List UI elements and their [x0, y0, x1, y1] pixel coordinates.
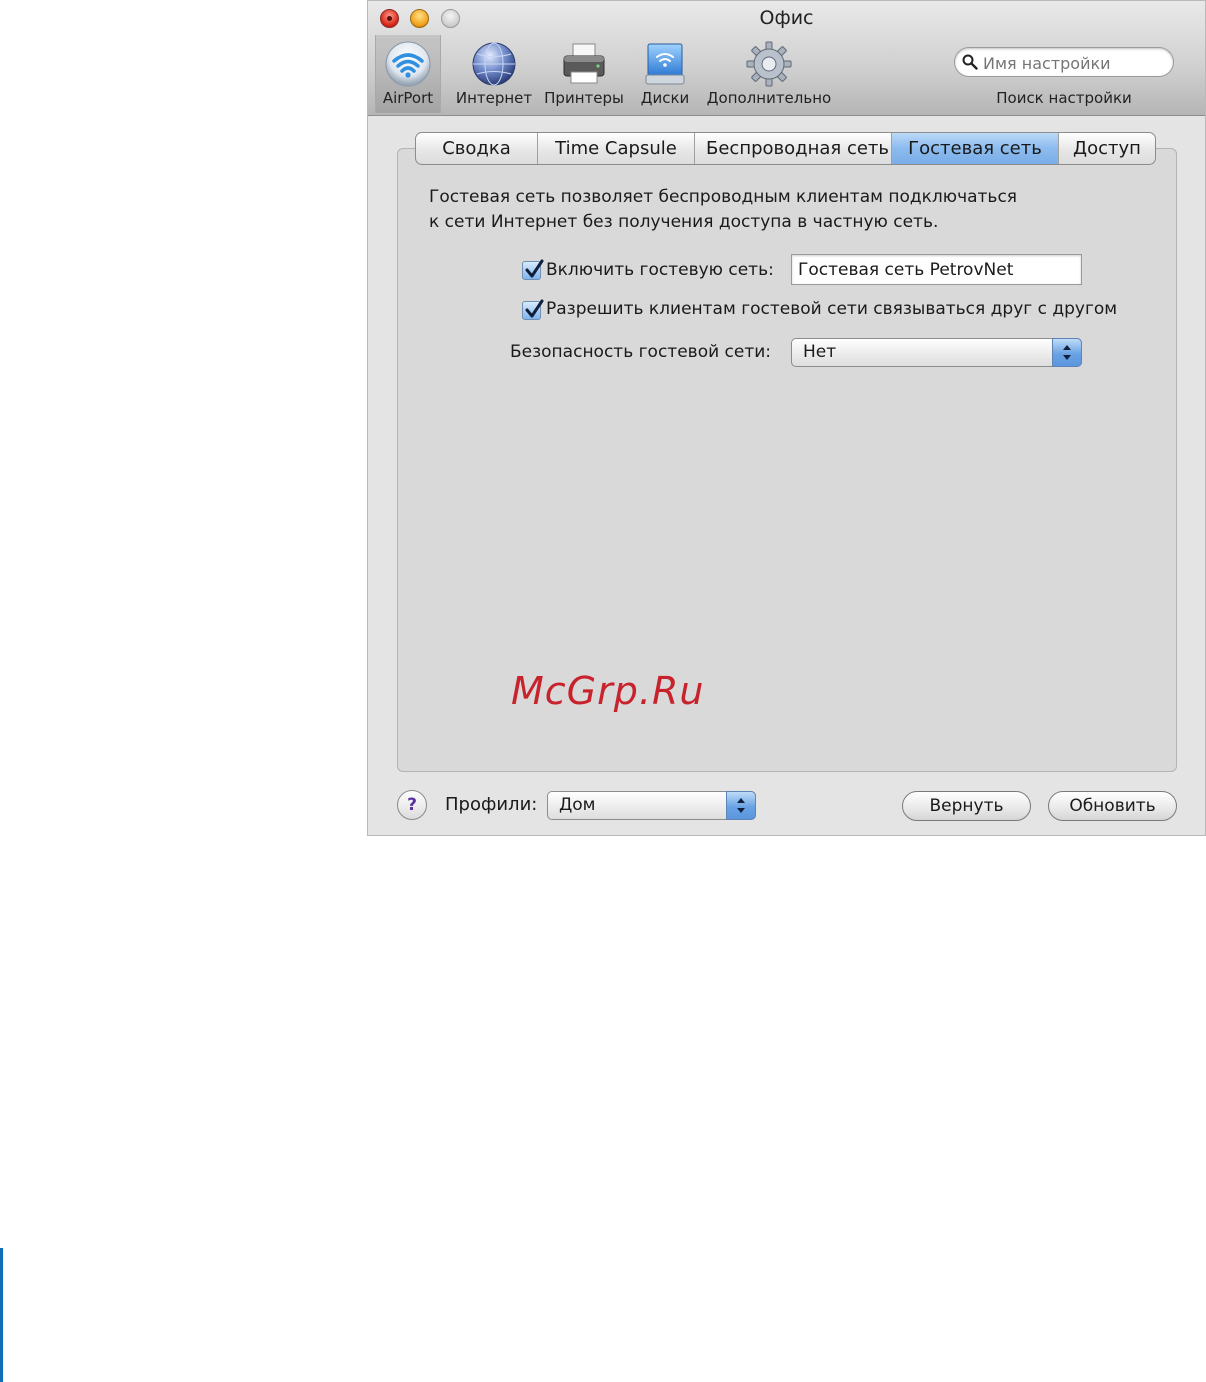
window-title: Офис: [759, 7, 814, 29]
profile-value: Дом: [559, 795, 596, 815]
search-input[interactable]: [981, 52, 1165, 74]
allow-clients-label: Разрешить клиентам гостевой сети связыва…: [546, 299, 1118, 319]
search-field[interactable]: [954, 47, 1174, 77]
page-margin-bar: [0, 1248, 3, 1382]
allow-clients-checkbox[interactable]: [522, 299, 544, 320]
toolbar-item-advanced[interactable]: Дополнительно: [704, 35, 834, 113]
tab-access[interactable]: Доступ: [1058, 133, 1155, 164]
toolbar-item-disks[interactable]: Диски: [636, 35, 694, 113]
toolbar-item-label: Дополнительно: [706, 89, 832, 107]
wifi-icon: [385, 41, 431, 87]
popup-arrows: [726, 791, 756, 820]
description-line: Гостевая сеть позволяет беспроводным кли…: [429, 187, 1018, 207]
profiles-popup[interactable]: Дом: [547, 791, 756, 820]
tab-guest-network[interactable]: Гостевая сеть: [891, 133, 1058, 164]
tab-time-capsule[interactable]: Time Capsule: [537, 133, 694, 164]
guest-description: Гостевая сеть позволяет беспроводным кли…: [429, 185, 1017, 235]
disk-icon: [645, 43, 685, 85]
tab-wireless[interactable]: Беспроводная сеть: [694, 133, 891, 164]
checkmark-icon: [525, 259, 544, 278]
tab-summary[interactable]: Сводка: [416, 133, 537, 164]
guest-security-popup[interactable]: Нет: [791, 338, 1082, 367]
description-line: к сети Интернет без получения доступа в …: [429, 212, 939, 232]
toolbar-item-internet[interactable]: Интернет: [454, 35, 534, 113]
printer-icon: [563, 43, 605, 84]
toolbar-item-label: AirPort: [382, 89, 434, 107]
guest-network-name-field[interactable]: [791, 254, 1082, 285]
gear-icon: [746, 41, 792, 87]
toolbar-item-printers[interactable]: Принтеры: [542, 35, 626, 113]
checkmark-icon: [525, 299, 544, 318]
search-caption: Поиск настройки: [996, 89, 1132, 107]
toolbar-item-label: Диски: [640, 89, 690, 107]
popup-arrows: [1052, 338, 1082, 367]
title-bar: Офис AirPort Интернет Принтеры Диски Доп…: [368, 1, 1205, 116]
enable-guest-label: Включить гостевую сеть:: [546, 260, 774, 280]
guest-security-label: Безопасность гостевой сети:: [510, 342, 772, 362]
toolbar-item-label: Принтеры: [544, 89, 624, 107]
revert-button[interactable]: Вернуть: [902, 791, 1031, 821]
watermark: McGrp.Ru: [511, 669, 705, 713]
guest-security-value: Нет: [803, 342, 837, 362]
up-down-arrows-icon: [1063, 345, 1071, 360]
up-down-arrows-icon: [737, 798, 745, 813]
preferences-window: Офис AirPort Интернет Принтеры Диски Доп…: [367, 0, 1206, 836]
globe-icon: [472, 42, 516, 86]
enable-guest-checkbox[interactable]: [522, 259, 544, 280]
update-button[interactable]: Обновить: [1048, 791, 1177, 821]
toolbar-item-label: Интернет: [455, 89, 533, 107]
profiles-label: Профили:: [445, 794, 538, 815]
tab-bar: Сводка Time Capsule Беспроводная сеть Го…: [415, 132, 1156, 165]
search-icon: [962, 54, 978, 70]
help-button[interactable]: ?: [397, 790, 427, 820]
toolbar-item-airport[interactable]: AirPort: [375, 35, 441, 113]
